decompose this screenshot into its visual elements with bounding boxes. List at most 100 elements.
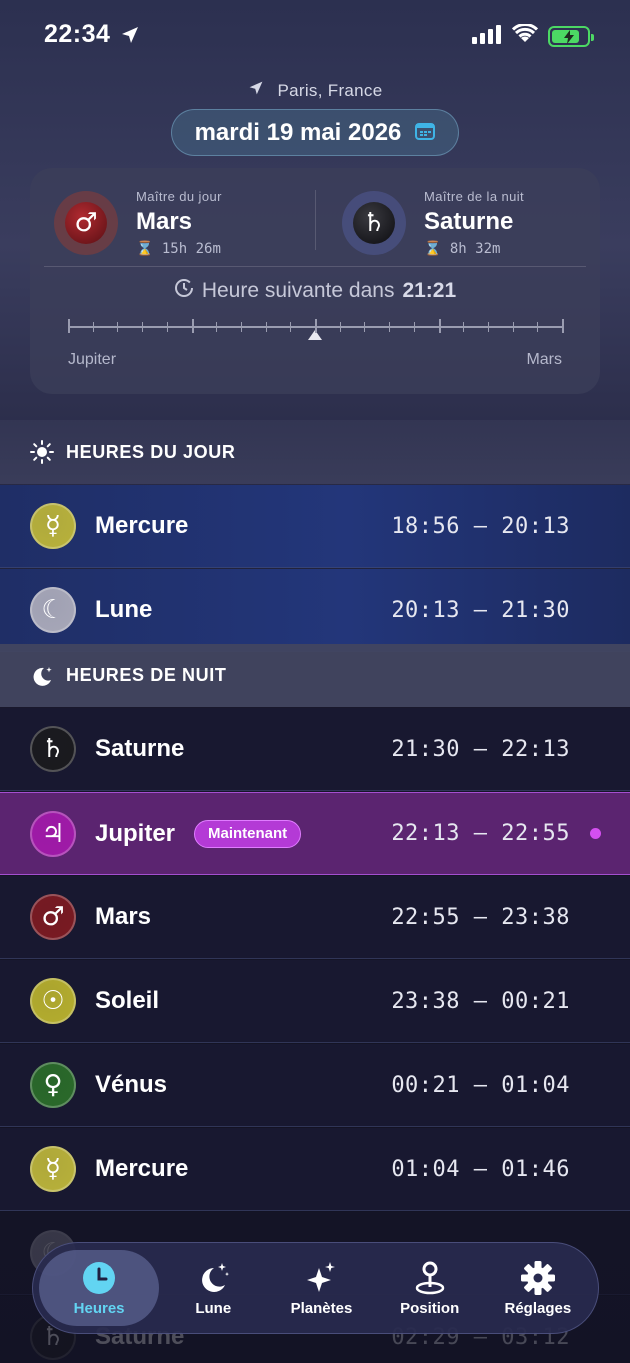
- timeline-tick: [487, 322, 489, 332]
- hour-row[interactable]: ☉ Soleil 23:38 – 00:21: [0, 960, 630, 1043]
- timer-icon: [174, 278, 194, 304]
- tab-planetes[interactable]: Planètes: [267, 1250, 375, 1326]
- lune-icon: ☾: [30, 587, 76, 633]
- timeline-tick: [438, 319, 441, 333]
- timeline-tick: [191, 319, 194, 333]
- hour-time-range: 01:04 – 01:46: [391, 1156, 570, 1182]
- timeline-tick: [537, 322, 539, 332]
- night-ruler: ♄ Maître de la nuit Saturne ⌛ 8h 32m: [342, 189, 525, 257]
- saturne-icon: ♄: [30, 726, 76, 772]
- mars-icon: ♂: [54, 191, 118, 255]
- night-ruler-duration: ⌛ 8h 32m: [424, 241, 501, 257]
- hour-row[interactable]: ♄ Saturne 21:30 – 22:13: [0, 708, 630, 791]
- night-ruler-name: Saturne: [424, 208, 514, 235]
- night-hours-header: HEURES DE NUIT: [0, 644, 630, 707]
- status-time: 22:34: [44, 20, 111, 48]
- clock-icon: [81, 1260, 117, 1296]
- location-label[interactable]: Paris, France: [0, 80, 630, 101]
- day-ruler: ♂ Maître du jour Mars ⌛ 15h 26m: [54, 189, 222, 257]
- timeline-tick: [364, 322, 366, 332]
- hour-time-range: 20:13 – 21:30: [391, 597, 570, 623]
- timeline-tick: [240, 322, 242, 332]
- mercure-icon: ☿: [30, 503, 76, 549]
- hour-progress-timeline: [68, 316, 564, 346]
- tab-position[interactable]: Position: [376, 1250, 484, 1326]
- timeline-end-label: Mars: [526, 351, 562, 368]
- next-hour-countdown: Heure suivante dans 21:21: [30, 278, 600, 304]
- tab-lune[interactable]: Lune: [159, 1250, 267, 1326]
- hour-time-range: 00:21 – 01:04: [391, 1072, 570, 1098]
- timeline-start-label: Jupiter: [68, 351, 117, 368]
- planet-name: Lune: [95, 596, 153, 623]
- divider: [44, 266, 586, 267]
- hourglass-icon: ⌛: [424, 241, 442, 257]
- location-text: Paris, France: [277, 80, 383, 100]
- day-ruler-name: Mars: [136, 208, 193, 235]
- tab-reglages[interactable]: Réglages: [484, 1250, 592, 1326]
- planet-name: Vénus: [95, 1071, 168, 1098]
- moon-icon: [195, 1260, 231, 1296]
- calendar-icon: [415, 119, 436, 147]
- hour-time-range: 22:13 – 22:55: [391, 821, 570, 846]
- timeline-tick: [290, 322, 292, 332]
- timeline-tick: [166, 322, 168, 332]
- tab-heures[interactable]: Heures: [39, 1250, 160, 1326]
- timeline-tick: [413, 322, 415, 332]
- soleil-icon: ☉: [30, 978, 76, 1024]
- timeline-tick: [562, 319, 564, 333]
- status-indicators: [472, 23, 594, 49]
- sun-icon: [30, 440, 54, 464]
- hour-time-range: 21:30 – 22:13: [391, 736, 570, 762]
- day-ruler-duration: ⌛ 15h 26m: [136, 241, 221, 257]
- hour-row[interactable]: ☿ Mercure 18:56 – 20:13: [0, 485, 630, 568]
- hour-row[interactable]: ♂ Mars 22:55 – 23:38: [0, 876, 630, 959]
- planet-name: Mercure: [95, 512, 189, 539]
- hour-row[interactable]: ♀ Vénus 00:21 – 01:04: [0, 1044, 630, 1127]
- day-hours-header: HEURES DU JOUR: [0, 420, 630, 484]
- hourglass-icon: ⌛: [136, 241, 154, 257]
- hour-row[interactable]: ☾ Lune 20:13 – 21:30: [0, 569, 630, 652]
- hour-row[interactable]: ☿ Mercure 01:04 – 01:46: [0, 1128, 630, 1211]
- current-hour-badge: Maintenant: [194, 819, 302, 848]
- timeline-tick: [512, 322, 514, 332]
- timeline-tick: [216, 322, 218, 332]
- hour-row[interactable]: ♃ Jupiter Maintenant 22:13 – 22:55: [0, 792, 630, 875]
- night-ruler-caption: Maître de la nuit: [424, 189, 525, 204]
- battery-icon: [548, 26, 594, 47]
- day-ruler-caption: Maître du jour: [136, 189, 222, 204]
- date-picker-button[interactable]: mardi 19 mai 2026: [171, 109, 459, 156]
- timeline-tick: [389, 322, 391, 332]
- current-indicator-dot: [590, 828, 601, 839]
- mercure-icon: ☿: [30, 1146, 76, 1192]
- moon-stars-icon: [30, 664, 54, 688]
- date-text: mardi 19 mai 2026: [194, 118, 402, 146]
- vnus-icon: ♀: [30, 1062, 76, 1108]
- mars-icon: ♂: [30, 894, 76, 940]
- timeline-tick: [117, 322, 119, 332]
- timeline-tick: [92, 322, 94, 332]
- timeline-tick: [339, 322, 341, 332]
- jupiter-icon: ♃: [30, 810, 76, 857]
- timeline-tick: [265, 322, 267, 332]
- timeline-tick: [315, 319, 317, 333]
- saturn-icon: ♄: [342, 191, 406, 255]
- timeline-tick: [68, 319, 70, 333]
- planet-name: Mars: [95, 903, 152, 930]
- hour-time-range: 18:56 – 20:13: [391, 513, 570, 539]
- wifi-icon: [511, 23, 539, 49]
- planet-name: Jupiter: [95, 819, 176, 847]
- planet-name: Saturne: [95, 735, 185, 762]
- rulers-card: ♂ Maître du jour Mars ⌛ 15h 26m ♄ Maître…: [30, 168, 600, 394]
- timeline-tick: [463, 322, 465, 332]
- location-arrow-icon: [248, 80, 264, 101]
- location-arrow-icon: [120, 25, 140, 50]
- tab-bar: Heures Lune Planètes Position Réglages: [32, 1242, 599, 1334]
- hour-time-range: 23:38 – 00:21: [391, 988, 570, 1014]
- sparkles-icon: [303, 1260, 339, 1296]
- timeline-tick: [142, 322, 144, 332]
- gear-icon: [520, 1260, 556, 1296]
- planet-name: Soleil: [95, 987, 160, 1014]
- planet-name: Mercure: [95, 1155, 189, 1182]
- pin-icon: [412, 1260, 448, 1296]
- signal-icon: [472, 24, 502, 49]
